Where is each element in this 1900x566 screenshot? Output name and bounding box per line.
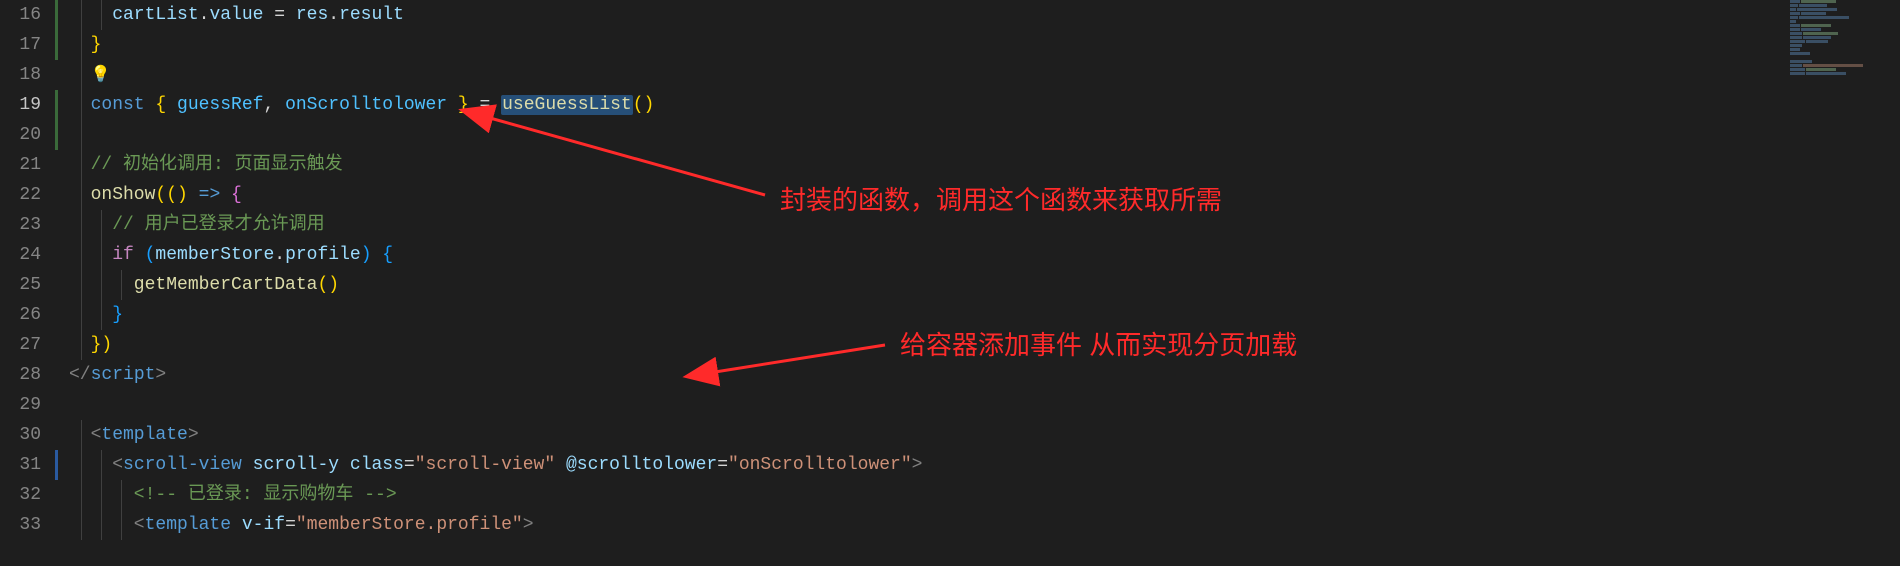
line-number: 30 [0, 420, 41, 450]
code-line: </script> [69, 360, 1900, 390]
code-line: <!-- 已登录: 显示购物车 --> [69, 480, 1900, 510]
code-line [69, 390, 1900, 420]
code-line: // 用户已登录才允许调用 [69, 210, 1900, 240]
lightbulb-icon[interactable]: 💡 [91, 60, 111, 90]
line-number: 27 [0, 330, 41, 360]
line-number: 31 [0, 450, 41, 480]
line-number-gutter: 16 17 18 19 20 21 22 23 24 25 26 27 28 2… [0, 0, 55, 566]
code-line [69, 120, 1900, 150]
line-number: 23 [0, 210, 41, 240]
line-number: 26 [0, 300, 41, 330]
line-number: 20 [0, 120, 41, 150]
code-line: // 初始化调用: 页面显示触发 [69, 150, 1900, 180]
selected-text: useGuessList [501, 95, 633, 115]
code-line: getMemberCartData() [69, 270, 1900, 300]
code-line: 💡 [69, 60, 1900, 90]
code-line: cartList.value = res.result [69, 0, 1900, 30]
minimap[interactable] [1790, 0, 1885, 566]
code-area[interactable]: cartList.value = res.result } 💡 const { … [63, 0, 1900, 566]
code-line: }) [69, 330, 1900, 360]
line-number: 29 [0, 390, 41, 420]
code-line: <template> [69, 420, 1900, 450]
line-number: 21 [0, 150, 41, 180]
line-number: 28 [0, 360, 41, 390]
line-number: 33 [0, 510, 41, 540]
code-line: const { guessRef, onScrolltolower } = us… [69, 90, 1900, 120]
code-line: <scroll-view scroll-y class="scroll-view… [69, 450, 1900, 480]
code-line: onShow(() => { [69, 180, 1900, 210]
line-number: 16 [0, 0, 41, 30]
line-number: 17 [0, 30, 41, 60]
code-line: <template v-if="memberStore.profile"> [69, 510, 1900, 540]
vertical-scrollbar[interactable] [1886, 0, 1900, 566]
line-number: 24 [0, 240, 41, 270]
code-line: } [69, 300, 1900, 330]
code-editor[interactable]: 16 17 18 19 20 21 22 23 24 25 26 27 28 2… [0, 0, 1900, 566]
line-number-active: 19 [0, 90, 41, 120]
line-number: 25 [0, 270, 41, 300]
code-line: if (memberStore.profile) { [69, 240, 1900, 270]
line-number: 18 [0, 60, 41, 90]
line-number: 32 [0, 480, 41, 510]
line-number: 22 [0, 180, 41, 210]
modified-indicator-bar [55, 0, 63, 566]
code-line: } [69, 30, 1900, 60]
